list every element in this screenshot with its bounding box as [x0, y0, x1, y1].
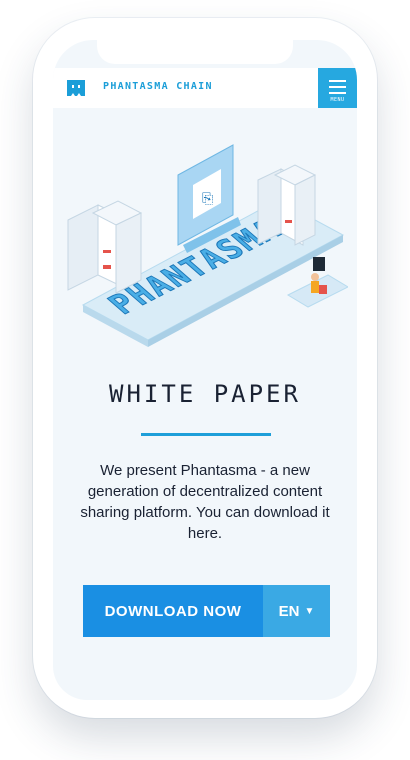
svg-text:⎘: ⎘: [202, 191, 213, 207]
menu-icon-bar: [329, 92, 346, 94]
server-rack-left-icon: [67, 200, 143, 294]
menu-icon-bar: [329, 80, 346, 82]
phone-notch: [97, 40, 293, 64]
menu-icon-bar: [329, 86, 346, 88]
header: PHANTASMA CHAIN MENU: [53, 68, 357, 108]
brand-name[interactable]: PHANTASMA CHAIN: [103, 81, 213, 92]
screen: PHANTASMA CHAIN MENU PHANTASMA ⎘ WHITE P…: [53, 40, 357, 700]
menu-button[interactable]: MENU: [318, 68, 357, 108]
menu-label: MENU: [330, 97, 345, 103]
download-button-label: DOWNLOAD NOW: [104, 602, 242, 620]
download-button[interactable]: DOWNLOAD NOW: [83, 585, 263, 637]
server-rack-right-icon: [257, 164, 317, 246]
language-value: EN: [278, 602, 300, 620]
language-select[interactable]: EN ▼: [263, 585, 330, 637]
title-divider: [141, 433, 271, 436]
ghost-logo-icon[interactable]: [65, 78, 87, 98]
phantasma-illustration: PHANTASMA ⎘: [67, 144, 348, 347]
page-description: We present Phantasma - a new generation …: [80, 462, 330, 542]
page-title: WHITE PAPER: [109, 380, 301, 408]
chevron-down-icon: ▼: [304, 605, 315, 617]
